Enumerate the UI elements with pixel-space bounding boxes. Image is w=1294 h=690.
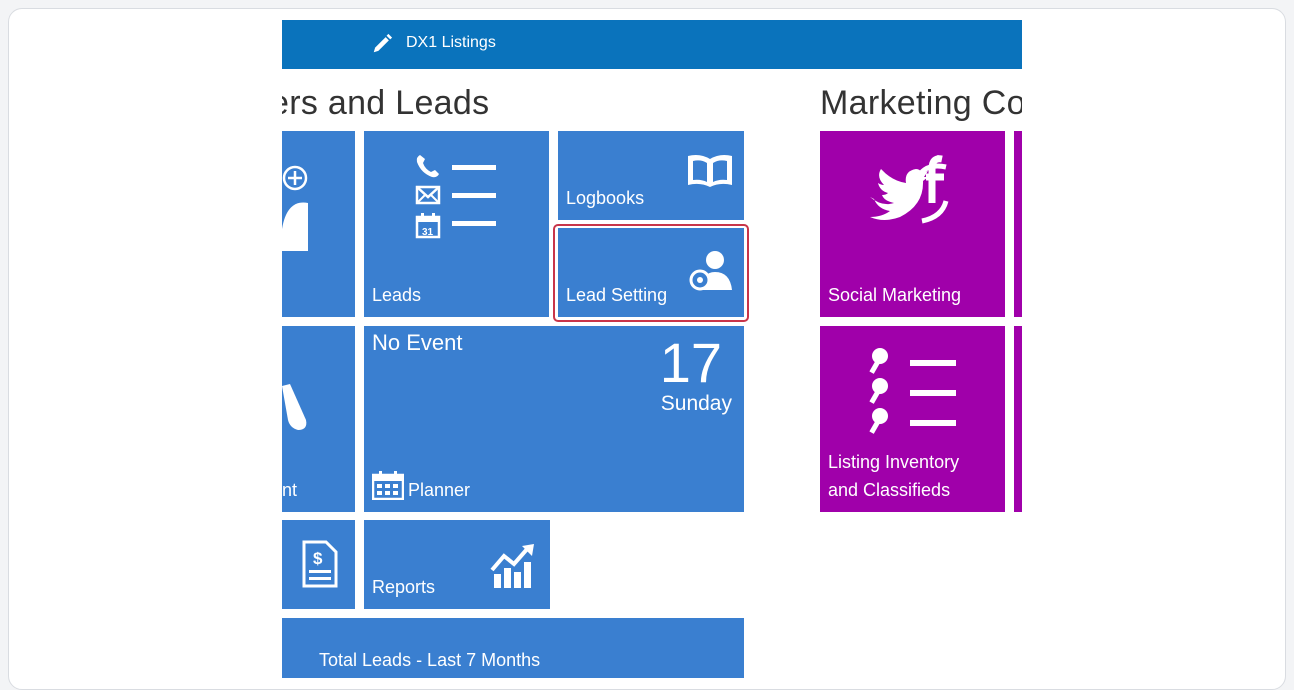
svg-text:31: 31 [422,227,434,238]
listing-inventory-tile[interactable]: Listing Inventory and Classifieds [820,326,1005,512]
add-user-icon [282,165,308,251]
browser-frame: DX1 Listings ers and Leads Marketing Co [8,8,1286,690]
lead-setting-highlight [553,224,749,322]
calendar-icon [372,471,404,500]
social-marketing-tile-label: Social Marketing [828,285,962,305]
total-leads-tile-label: Total Leads - Last 7 Months [319,650,541,670]
appointment-tile[interactable]: nt [282,326,355,512]
top-bar: DX1 Listings [282,20,1022,69]
invoice-icon: $ [302,540,338,588]
app-title: DX1 Listings [406,34,496,51]
pencil-icon[interactable] [371,33,393,55]
total-leads-tile[interactable]: Total Leads - Last 7 Months [282,618,744,678]
leads-tile[interactable]: 31 Leads [364,131,549,317]
reports-tile-label: Reports [372,577,436,597]
logbooks-tile-label: Logbooks [566,188,645,208]
marketing-section-title: Marketing Co [820,84,1022,122]
planner-day-name: Sunday [660,392,732,415]
reports-tile[interactable]: Reports [364,520,550,609]
planner-event-text: No Event [372,330,463,355]
customers-leads-section-title: ers and Leads [282,84,490,122]
user-icon [282,384,307,430]
leads-tile-label: Leads [372,285,422,305]
listing-inventory-label-line1: Listing Inventory [828,452,960,472]
add-customer-tile[interactable] [282,131,355,317]
social-marketing-tile[interactable]: Social Marketing [820,131,1005,317]
planner-tile-label: Planner [408,480,471,500]
dashboard-viewport: DX1 Listings ers and Leads Marketing Co [282,20,1022,680]
planner-date-number: 17 [659,331,722,394]
svg-text:$: $ [313,549,323,568]
marketing-tile-partial-2[interactable] [1014,326,1022,512]
marketing-tile-partial[interactable] [1014,131,1022,317]
appointment-tile-label: nt [282,480,298,500]
logbooks-tile[interactable]: Logbooks [558,131,744,220]
growth-chart-icon [490,544,534,588]
planner-tile[interactable]: No Event 17 Sunday Planner [364,326,744,512]
listing-inventory-label-line2: and Classifieds [828,480,951,500]
leads-list-icon: 31 [415,155,496,239]
book-icon [688,155,732,187]
invoice-tile[interactable]: $ [282,520,355,609]
keys-list-icon [869,348,956,434]
social-icon [870,155,949,224]
